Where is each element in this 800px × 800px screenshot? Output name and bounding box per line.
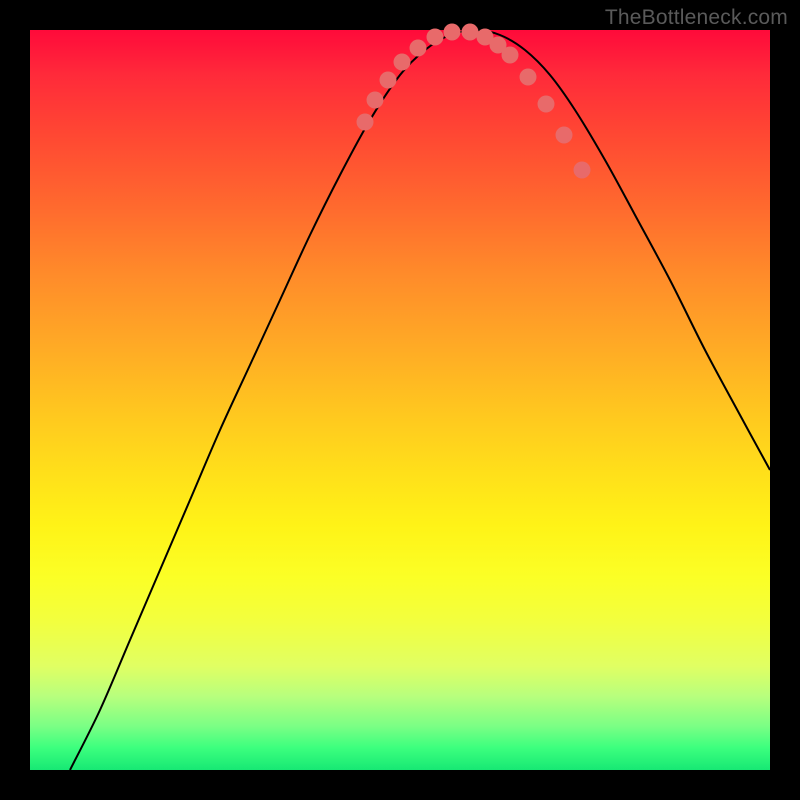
marker-dot [357,114,374,131]
chart-svg [30,30,770,770]
marker-dot [574,162,591,179]
plot-area [30,30,770,770]
marker-dot [556,127,573,144]
marker-dot [444,24,461,41]
marker-dot [538,96,555,113]
marker-dot [462,24,479,41]
marker-dot [520,69,537,86]
marker-dot [380,72,397,89]
marker-dot [410,40,427,57]
chart-frame: TheBottleneck.com [0,0,800,800]
watermark-text: TheBottleneck.com [605,6,788,30]
highlight-markers [357,24,591,179]
bottleneck-curve [70,30,770,770]
marker-dot [427,29,444,46]
marker-dot [394,54,411,71]
marker-dot [502,47,519,64]
marker-dot [367,92,384,109]
